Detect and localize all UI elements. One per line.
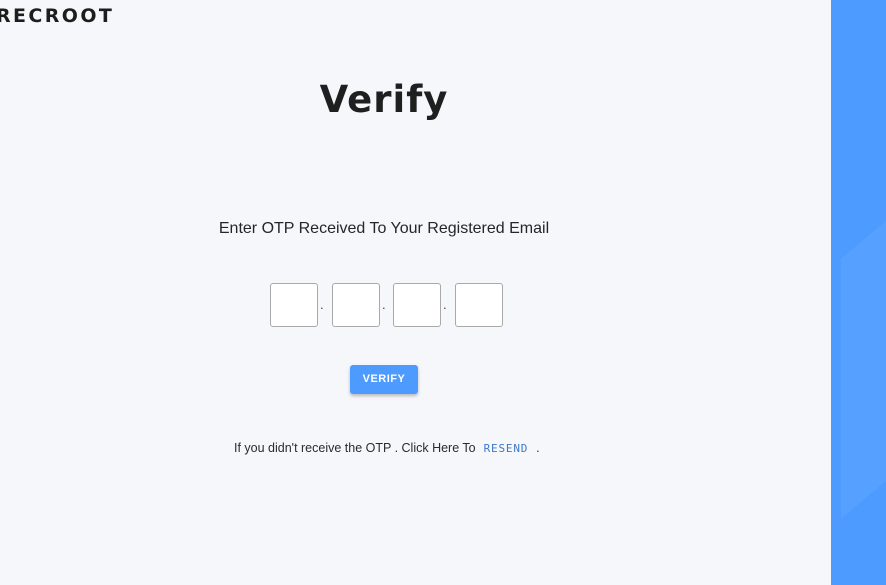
resend-prefix-text: If you didn't receive the OTP . Click He… — [234, 441, 476, 455]
otp-separator: . — [443, 297, 447, 312]
side-decorative-panel — [831, 0, 886, 585]
resend-link[interactable]: RESEND — [484, 441, 529, 457]
otp-digit-4[interactable] — [455, 283, 503, 327]
resend-prompt: If you didn't receive the OTP . Click He… — [234, 440, 540, 457]
page-title: Verify — [319, 78, 449, 121]
otp-digit-3[interactable] — [393, 283, 441, 327]
otp-digit-2[interactable] — [332, 283, 380, 327]
verify-page: RECROOT Verify Enter OTP Received To You… — [0, 0, 831, 585]
verify-button[interactable]: VERIFY — [350, 365, 418, 394]
otp-separator: . — [382, 297, 386, 312]
brand-logo[interactable]: RECROOT — [0, 4, 114, 28]
otp-instruction: Enter OTP Received To Your Registered Em… — [218, 220, 550, 237]
panel-decorative-shape — [841, 141, 886, 519]
otp-separator: . — [320, 297, 324, 312]
resend-suffix-text: . — [536, 441, 540, 455]
otp-digit-1[interactable] — [270, 283, 318, 327]
